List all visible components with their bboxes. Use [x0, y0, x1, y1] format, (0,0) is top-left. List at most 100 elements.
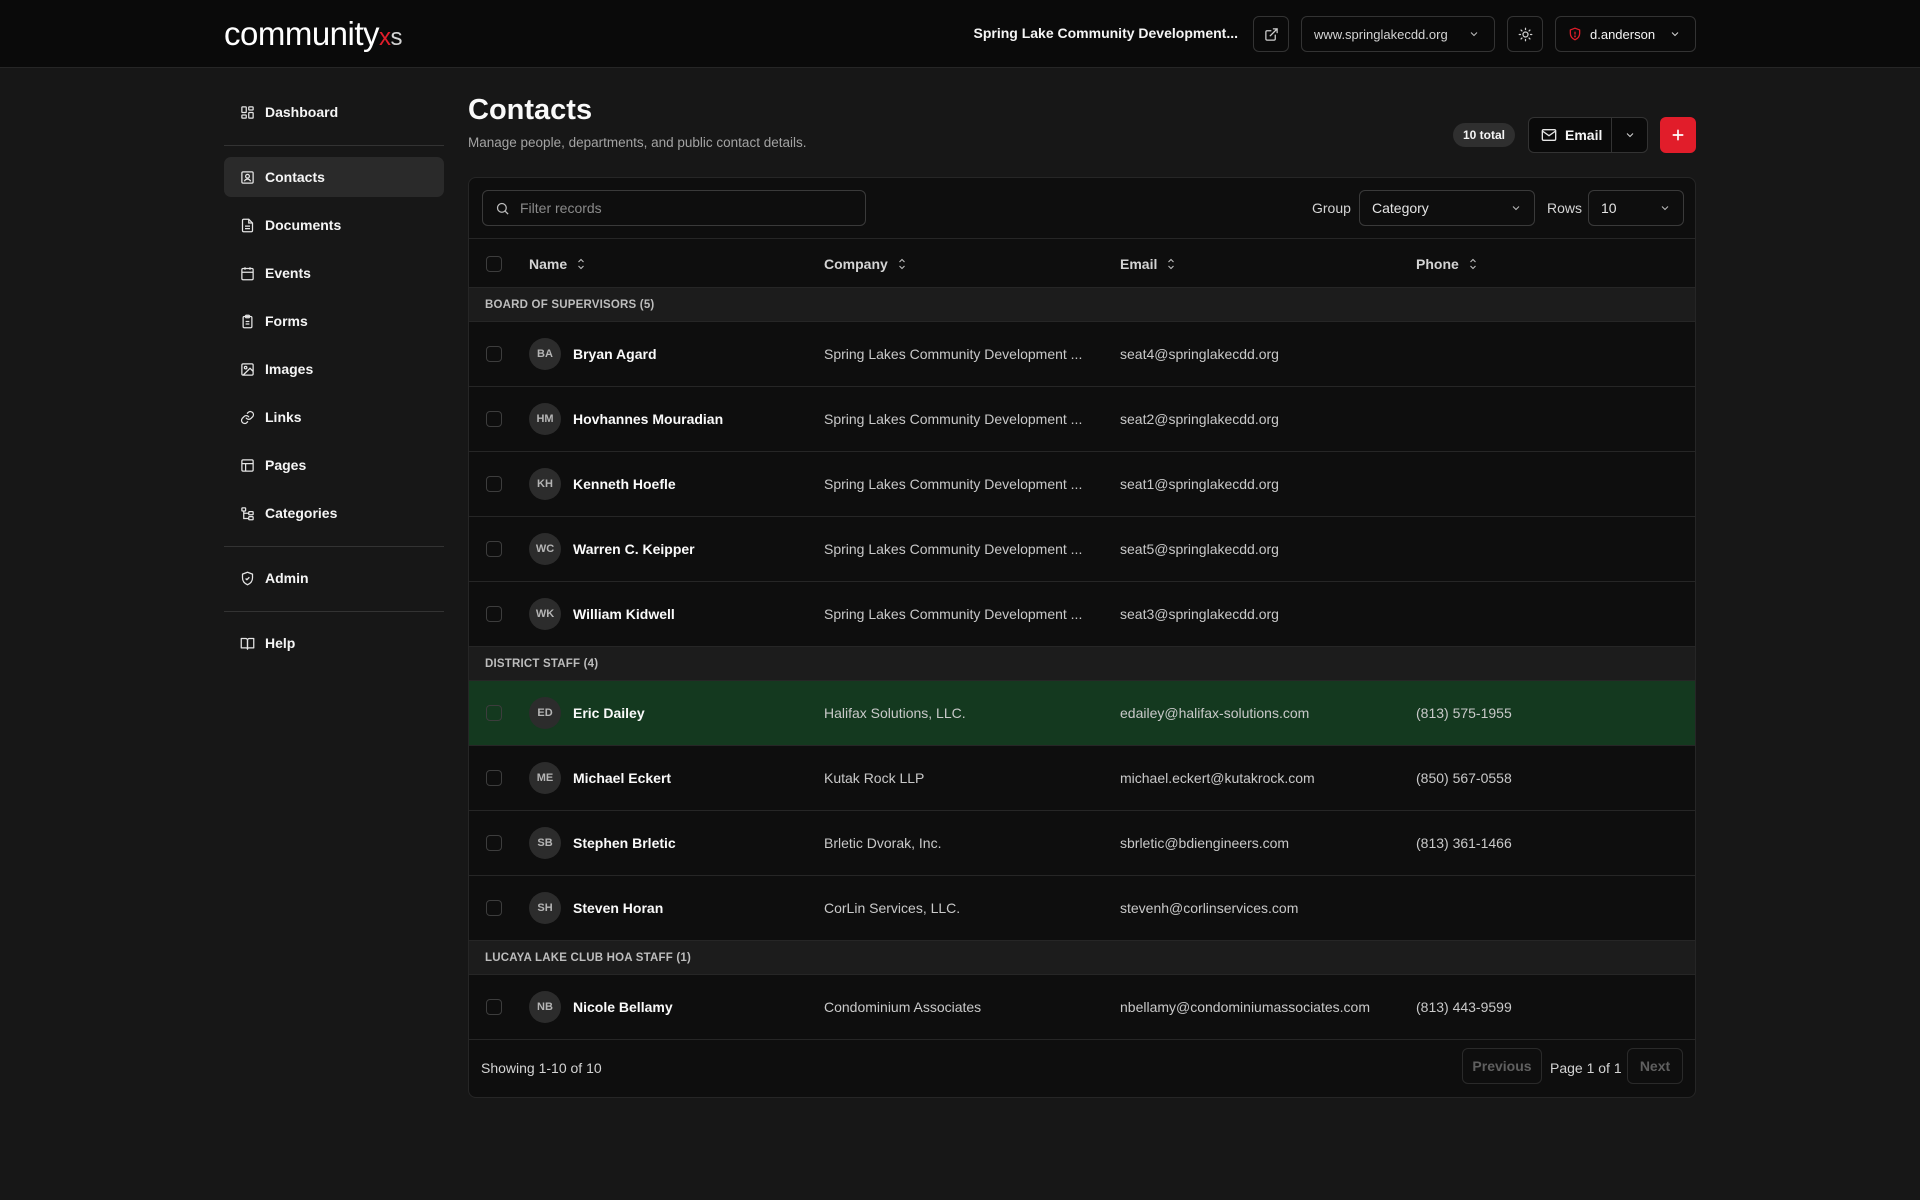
- contact-name[interactable]: Hovhannes Mouradian: [573, 411, 723, 427]
- table-row[interactable]: ME Michael Eckert Kutak Rock LLP michael…: [469, 746, 1695, 811]
- contact-name[interactable]: Kenneth Hoefle: [573, 476, 676, 492]
- row-checkbox[interactable]: [486, 770, 502, 786]
- row-checkbox[interactable]: [486, 835, 502, 851]
- next-page-button[interactable]: Next: [1627, 1048, 1683, 1084]
- filter-placeholder: Filter records: [520, 200, 602, 216]
- row-checkbox[interactable]: [486, 999, 502, 1015]
- contact-name[interactable]: Nicole Bellamy: [573, 999, 673, 1015]
- previous-page-button[interactable]: Previous: [1462, 1048, 1542, 1084]
- sun-icon: [1518, 27, 1533, 42]
- row-checkbox[interactable]: [486, 541, 502, 557]
- contact-phone: (850) 567-0558: [1416, 770, 1512, 786]
- table-row[interactable]: ED Eric Dailey Halifax Solutions, LLC. e…: [469, 681, 1695, 746]
- sidebar-item-label: Contacts: [265, 169, 325, 185]
- clipboard-icon: [240, 314, 255, 329]
- sidebar-item-label: Admin: [265, 570, 309, 586]
- email-button[interactable]: Email: [1529, 118, 1611, 152]
- column-header-company[interactable]: Company: [824, 256, 908, 272]
- contact-email: seat2@springlakecdd.org: [1120, 411, 1279, 427]
- contact-name[interactable]: Eric Dailey: [573, 705, 645, 721]
- add-contact-button[interactable]: [1660, 117, 1696, 153]
- row-checkbox[interactable]: [486, 476, 502, 492]
- row-checkbox[interactable]: [486, 900, 502, 916]
- table-row[interactable]: KH Kenneth Hoefle Spring Lakes Community…: [469, 452, 1695, 517]
- chevron-down-icon: [1624, 129, 1636, 141]
- sidebar-item-dashboard[interactable]: Dashboard: [224, 92, 444, 132]
- avatar: BA: [529, 338, 561, 370]
- sort-icon: [1467, 257, 1479, 271]
- sort-icon: [575, 257, 587, 271]
- table-row[interactable]: NB Nicole Bellamy Condominium Associates…: [469, 975, 1695, 1040]
- row-checkbox[interactable]: [486, 606, 502, 622]
- contact-card-icon: [240, 170, 255, 185]
- table-row[interactable]: SH Steven Horan CorLin Services, LLC. st…: [469, 876, 1695, 941]
- contact-email: seat3@springlakecdd.org: [1120, 606, 1279, 622]
- contact-name[interactable]: William Kidwell: [573, 606, 675, 622]
- divider: [224, 546, 444, 547]
- rows-per-page-select[interactable]: 10: [1588, 190, 1684, 226]
- sidebar-item-forms[interactable]: Forms: [224, 301, 444, 341]
- table-header: Name Company Email Phone: [469, 238, 1695, 288]
- contact-name[interactable]: Stephen Brletic: [573, 835, 676, 851]
- sidebar-item-images[interactable]: Images: [224, 349, 444, 389]
- layout-icon: [240, 458, 255, 473]
- contact-company: Condominium Associates: [824, 999, 982, 1015]
- sidebar-item-label: Events: [265, 265, 311, 281]
- user-menu-button[interactable]: d.anderson: [1555, 16, 1696, 52]
- table-row[interactable]: WK William Kidwell Spring Lakes Communit…: [469, 582, 1695, 647]
- site-select[interactable]: www.springlakecdd.org: [1301, 16, 1495, 52]
- sidebar-item-admin[interactable]: Admin: [224, 558, 444, 598]
- sidebar-item-label: Links: [265, 409, 302, 425]
- table-row[interactable]: HM Hovhannes Mouradian Spring Lakes Comm…: [469, 387, 1695, 452]
- document-icon: [240, 218, 255, 233]
- contact-email: michael.eckert@kutakrock.com: [1120, 770, 1315, 786]
- column-header-phone[interactable]: Phone: [1416, 256, 1479, 272]
- select-all-checkbox[interactable]: [486, 256, 502, 272]
- logo[interactable]: communityxs: [224, 15, 403, 53]
- filter-input[interactable]: Filter records: [482, 190, 866, 226]
- contact-email: seat1@springlakecdd.org: [1120, 476, 1279, 492]
- avatar: ED: [529, 697, 561, 729]
- sidebar-item-documents[interactable]: Documents: [224, 205, 444, 245]
- row-checkbox[interactable]: [486, 705, 502, 721]
- contact-name[interactable]: Steven Horan: [573, 900, 663, 916]
- open-external-button[interactable]: [1253, 16, 1289, 52]
- sidebar-item-contacts[interactable]: Contacts: [224, 157, 444, 197]
- sidebar-item-label: Help: [265, 635, 296, 651]
- page-info: Page 1 of 1: [1550, 1060, 1622, 1076]
- table-row[interactable]: SB Stephen Brletic Brletic Dvorak, Inc. …: [469, 811, 1695, 876]
- contact-phone: (813) 575-1955: [1416, 705, 1512, 721]
- email-button-label: Email: [1565, 127, 1603, 143]
- row-checkbox[interactable]: [486, 346, 502, 362]
- contact-email: seat5@springlakecdd.org: [1120, 541, 1279, 557]
- column-label: Name: [529, 256, 568, 272]
- column-header-email[interactable]: Email: [1120, 256, 1177, 272]
- avatar: SH: [529, 892, 561, 924]
- table-row[interactable]: WC Warren C. Keipper Spring Lakes Commun…: [469, 517, 1695, 582]
- contact-company: Spring Lakes Community Development ...: [824, 606, 1083, 622]
- theme-toggle-button[interactable]: [1507, 16, 1543, 52]
- shield-icon: [1568, 27, 1582, 41]
- row-checkbox[interactable]: [486, 411, 502, 427]
- column-label: Email: [1120, 256, 1158, 272]
- sidebar-item-links[interactable]: Links: [224, 397, 444, 437]
- contact-email: nbellamy@condominiumassociates.com: [1120, 999, 1370, 1015]
- table-row[interactable]: BA Bryan Agard Spring Lakes Community De…: [469, 322, 1695, 387]
- contact-name[interactable]: Warren C. Keipper: [573, 541, 695, 557]
- sidebar-item-label: Dashboard: [265, 104, 339, 120]
- avatar: KH: [529, 468, 561, 500]
- plus-icon: [1670, 127, 1686, 143]
- sidebar-item-categories[interactable]: Categories: [224, 493, 444, 533]
- group-select[interactable]: Category: [1359, 190, 1535, 226]
- contact-name[interactable]: Bryan Agard: [573, 346, 657, 362]
- contact-name[interactable]: Michael Eckert: [573, 770, 671, 786]
- sidebar-item-help[interactable]: Help: [224, 623, 444, 663]
- showing-count: Showing 1-10 of 10: [481, 1060, 602, 1076]
- sidebar-item-events[interactable]: Events: [224, 253, 444, 293]
- tree-icon: [240, 506, 255, 521]
- column-header-name[interactable]: Name: [529, 256, 587, 272]
- username: d.anderson: [1590, 26, 1656, 42]
- contact-company: Spring Lakes Community Development ...: [824, 541, 1083, 557]
- sidebar-item-pages[interactable]: Pages: [224, 445, 444, 485]
- email-options-button[interactable]: [1611, 118, 1647, 152]
